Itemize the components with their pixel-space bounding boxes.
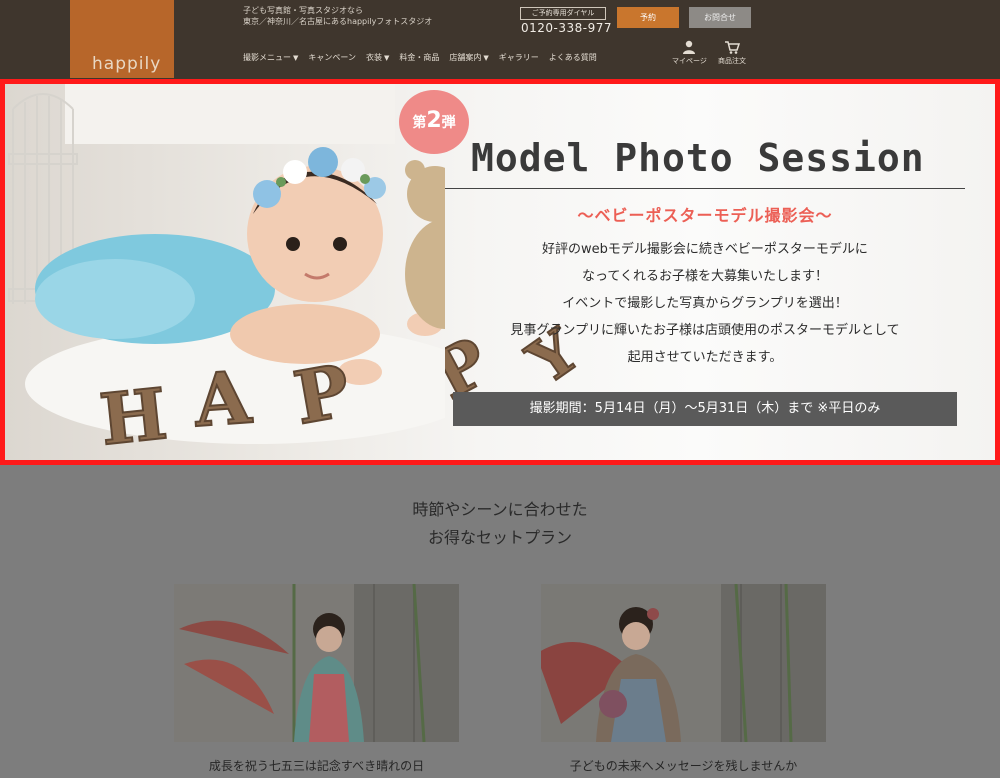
desc-line: イベントで撮影した写真からグランプリを選出！ [562, 296, 848, 311]
plan-caption-message: 子どもの未来へメッセージを残しませんか [569, 759, 798, 773]
letter-a: A [191, 354, 255, 443]
edition-badge: 第2弾 [399, 90, 469, 154]
plans-title: 時節やシーンに合わせた お得なセットプラン [0, 496, 1000, 552]
nav-label: よくある質問 [548, 53, 597, 62]
user-icon [683, 40, 696, 54]
nav-item-costume[interactable]: 衣装 ▼ [366, 52, 389, 63]
nav-item-stores[interactable]: 店舗案内 ▼ [449, 52, 488, 63]
nav-item-campaign[interactable]: キャンペーン [308, 52, 356, 63]
tagline: 子ども写真館・写真スタジオなら 東京／神奈川／名古屋にあるhappilyフォトス… [243, 5, 432, 27]
nav-label: 衣装 [366, 53, 382, 62]
period-bar: 撮影期間：5月14日（月）～5月31日（木）まで ※平日のみ [453, 392, 957, 426]
chevron-down-icon: ▼ [384, 54, 390, 62]
logo-text: happily [92, 54, 162, 74]
cart-icon [725, 41, 740, 54]
hero-description: 好評のwebモデル撮影会に続きベビーポスターモデルに なってくれるお子様を大募集… [445, 236, 965, 371]
mypage-label: マイページ [672, 57, 707, 65]
plan-photo-message [541, 584, 826, 742]
mypage-link[interactable]: マイページ [672, 40, 707, 66]
nav-label: 料金・商品 [399, 53, 440, 62]
nav-item-menu[interactable]: 撮影メニュー ▼ [243, 52, 298, 63]
logo[interactable]: happily [70, 0, 174, 78]
order-label: 商品注文 [718, 57, 746, 65]
nav-label: 店舗案内 [449, 53, 482, 62]
desc-line: 起用させていただきます。 [627, 350, 783, 365]
nav-item-gallery[interactable]: ギャラリー [499, 52, 539, 63]
plans-title-line-2: お得なセットプラン [427, 528, 572, 547]
nav-item-price[interactable]: 料金・商品 [399, 52, 439, 63]
plan-caption-shichigosan: 成長を祝う七五三は記念すべき晴れの日 [208, 759, 425, 773]
badge-prefix: 第 [412, 115, 427, 131]
nav-item-faq[interactable]: よくある質問 [549, 52, 597, 63]
tagline-line-1: 子ども写真館・写真スタジオなら [243, 6, 363, 15]
nav-label: ギャラリー [498, 53, 539, 62]
nav-label: キャンペーン [308, 53, 356, 62]
plan-card-shichigosan[interactable] [174, 584, 459, 742]
phone-label: ご予約専用ダイヤル [520, 7, 606, 20]
badge-number: 2 [426, 108, 442, 133]
order-link[interactable]: 商品注文 [718, 40, 746, 66]
title-divider [445, 188, 965, 189]
desc-line: なってくれるお子様を大募集いたします！ [582, 269, 828, 284]
plans-title-line-1: 時節やシーンに合わせた [412, 500, 588, 519]
letter-h: H [96, 372, 170, 460]
hero-banner[interactable]: H A P P Y 第2弾 Model Photo Session ～ベビーポス… [0, 79, 1000, 465]
badge-text: 第2弾 [399, 108, 469, 133]
hero-title: Model Photo Session [471, 136, 925, 180]
reserve-button[interactable]: 予約 [617, 7, 679, 28]
chevron-down-icon: ▼ [293, 54, 299, 62]
contact-button[interactable]: お問合せ [689, 7, 751, 28]
hero-subtitle: ～ベビーポスターモデル撮影会～ [577, 206, 833, 225]
badge-suffix: 弾 [441, 115, 456, 131]
hero-photo: H A P [8, 84, 445, 460]
plan-photo-shichigosan [174, 584, 459, 742]
plan-card-message[interactable] [541, 584, 826, 742]
tagline-line-2: 東京／神奈川／名古屋にあるhappilyフォトスタジオ [243, 17, 433, 26]
nav-label: 撮影メニュー [243, 53, 291, 62]
desc-line: 好評のwebモデル撮影会に続きベビーポスターモデルに [542, 242, 868, 257]
chevron-down-icon: ▼ [483, 54, 489, 62]
teddy-bear [405, 160, 445, 329]
main-nav: 撮影メニュー ▼ キャンペーン 衣装 ▼ 料金・商品 店舗案内 ▼ ギャラリー よくあ… [243, 52, 597, 63]
site-header: happily 子ども写真館・写真スタジオなら 東京／神奈川／名古屋にあるhap… [0, 0, 1000, 80]
desc-line: 見事グランプリに輝いたお子様は店頭使用のポスターモデルとして [510, 323, 900, 338]
phone-number[interactable]: 0120-338-977 [521, 21, 612, 35]
hero-inner: H A P P Y 第2弾 Model Photo Session ～ベビーポス… [5, 84, 995, 460]
